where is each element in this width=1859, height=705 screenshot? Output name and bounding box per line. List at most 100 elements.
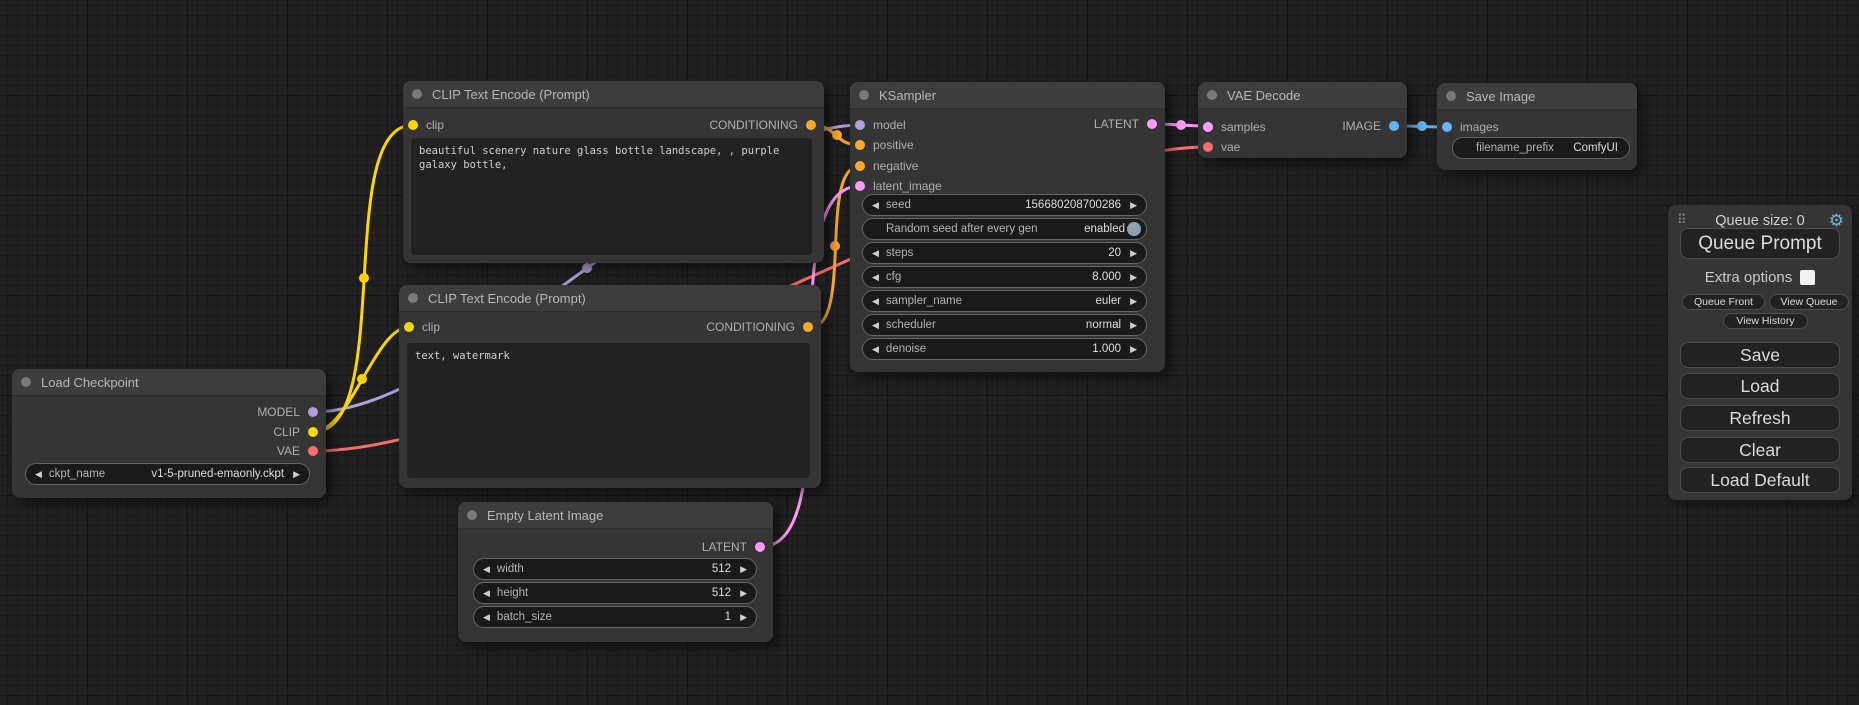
node-empty-latent-image[interactable]: Empty Latent Image LATENT ◀ width 512 ▶ … [458,502,773,642]
widget-cfg[interactable]: ◀ cfg 8.000 ▶ [862,266,1147,288]
queue-size-label: Queue size: 0 [1668,213,1852,229]
increment-arrow-icon[interactable]: ▶ [740,613,747,622]
widget-random-seed-toggle[interactable]: Random seed after every gen enabled [862,218,1147,240]
node-vae-decode[interactable]: VAE Decode samples vae IMAGE [1198,82,1407,158]
decrement-arrow-icon[interactable]: ◀ [872,201,879,210]
input-slot-positive[interactable] [855,140,865,150]
output-slot-vae[interactable] [308,446,318,456]
decrement-arrow-icon[interactable]: ◀ [872,297,879,306]
output-slot-latent[interactable] [755,542,765,552]
output-label: CONDITIONING [706,320,795,334]
node-title-bar[interactable]: Empty Latent Image [458,502,773,529]
widget-value: 512 [712,587,731,599]
decrement-arrow-icon[interactable]: ◀ [35,470,42,479]
toggle-circle-icon[interactable] [1127,222,1141,236]
decrement-arrow-icon[interactable]: ◀ [483,565,490,574]
extra-options-label: Extra options [1705,269,1793,286]
input-slot-clip[interactable] [404,322,414,332]
output-slot-conditioning[interactable] [803,322,813,332]
queue-prompt-button[interactable]: Queue Prompt [1680,228,1840,259]
widget-value: 156680208700286 [1025,199,1121,211]
collapse-dot-icon[interactable] [1446,91,1456,101]
input-label: clip [422,320,440,334]
widget-denoise[interactable]: ◀ denoise 1.000 ▶ [862,338,1147,360]
drag-handle-icon[interactable]: ⠿ [1677,212,1685,228]
node-load-checkpoint[interactable]: Load Checkpoint MODEL CLIP VAE ◀ ckpt_na… [12,369,326,498]
increment-arrow-icon[interactable]: ▶ [293,470,300,479]
decrement-arrow-icon[interactable]: ◀ [483,589,490,598]
decrement-arrow-icon[interactable]: ◀ [872,321,879,330]
node-title-bar[interactable]: VAE Decode [1198,82,1407,109]
input-slot-images[interactable] [1442,122,1452,132]
node-title: CLIP Text Encode (Prompt) [428,291,586,306]
widget-steps[interactable]: ◀ steps 20 ▶ [862,242,1147,264]
node-title: Empty Latent Image [487,508,603,523]
collapse-dot-icon[interactable] [467,510,477,520]
widget-scheduler[interactable]: ◀ scheduler normal ▶ [862,314,1147,336]
input-slot-clip[interactable] [408,120,418,130]
node-title: KSampler [879,88,936,103]
view-history-button[interactable]: View History [1723,313,1808,329]
input-label: latent_image [873,179,942,193]
node-title-bar[interactable]: Save Image [1437,83,1637,110]
input-slot-negative[interactable] [855,161,865,171]
widget-batch-size[interactable]: ◀ batch_size 1 ▶ [473,606,757,628]
decrement-arrow-icon[interactable]: ◀ [872,249,879,258]
node-clip-text-encode-positive[interactable]: CLIP Text Encode (Prompt) clip CONDITION… [403,81,824,263]
node-clip-text-encode-negative[interactable]: CLIP Text Encode (Prompt) clip CONDITION… [399,285,821,488]
input-slot-latent-image[interactable] [855,181,865,191]
widget-ckpt-name[interactable]: ◀ ckpt_name v1-5-pruned-emaonly.ckpt ▶ [25,463,310,485]
increment-arrow-icon[interactable]: ▶ [1130,297,1137,306]
output-slot-image[interactable] [1389,121,1399,131]
prompt-textarea[interactable]: beautiful scenery nature glass bottle la… [411,138,812,255]
input-slot-samples[interactable] [1203,122,1213,132]
node-save-image[interactable]: Save Image images filename_prefix ComfyU… [1437,83,1637,170]
increment-arrow-icon[interactable]: ▶ [1130,273,1137,282]
increment-arrow-icon[interactable]: ▶ [1130,249,1137,258]
node-ksampler[interactable]: KSampler model positive negative latent_… [850,82,1165,372]
collapse-dot-icon[interactable] [1207,90,1217,100]
node-title-bar[interactable]: KSampler [850,82,1165,109]
collapse-dot-icon[interactable] [21,377,31,387]
node-title-bar[interactable]: CLIP Text Encode (Prompt) [403,81,824,108]
increment-arrow-icon[interactable]: ▶ [1130,321,1137,330]
clear-button[interactable]: Clear [1680,437,1840,463]
prompt-textarea[interactable]: text, watermark [407,343,810,478]
input-label: model [873,118,906,132]
widget-value: v1-5-pruned-emaonly.ckpt [151,468,284,480]
widget-value: normal [1086,319,1121,331]
increment-arrow-icon[interactable]: ▶ [1130,201,1137,210]
node-title-bar[interactable]: Load Checkpoint [12,369,326,396]
collapse-dot-icon[interactable] [412,89,422,99]
widget-value: 1 [725,611,731,623]
widget-filename-prefix[interactable]: filename_prefix ComfyUI [1452,137,1630,159]
queue-front-button[interactable]: Queue Front [1682,294,1765,310]
output-slot-clip[interactable] [308,427,318,437]
input-slot-vae[interactable] [1203,142,1213,152]
output-slot-latent[interactable] [1147,119,1157,129]
view-queue-button[interactable]: View Queue [1769,294,1849,310]
increment-arrow-icon[interactable]: ▶ [740,589,747,598]
widget-width[interactable]: ◀ width 512 ▶ [473,558,757,580]
extra-options-checkbox[interactable] [1800,270,1815,285]
collapse-dot-icon[interactable] [859,90,869,100]
widget-value: 20 [1108,247,1121,259]
widget-height[interactable]: ◀ height 512 ▶ [473,582,757,604]
output-slot-model[interactable] [308,407,318,417]
collapse-dot-icon[interactable] [408,293,418,303]
decrement-arrow-icon[interactable]: ◀ [872,345,879,354]
save-button[interactable]: Save [1680,342,1840,368]
widget-sampler-name[interactable]: ◀ sampler_name euler ▶ [862,290,1147,312]
node-title-bar[interactable]: CLIP Text Encode (Prompt) [399,285,821,312]
load-button[interactable]: Load [1680,373,1840,399]
decrement-arrow-icon[interactable]: ◀ [872,273,879,282]
widget-label: denoise [886,343,926,355]
load-default-button[interactable]: Load Default [1680,467,1840,493]
increment-arrow-icon[interactable]: ▶ [1130,345,1137,354]
input-slot-model[interactable] [855,120,865,130]
increment-arrow-icon[interactable]: ▶ [740,565,747,574]
output-slot-conditioning[interactable] [806,120,816,130]
refresh-button[interactable]: Refresh [1680,405,1840,431]
decrement-arrow-icon[interactable]: ◀ [483,613,490,622]
widget-seed[interactable]: ◀ seed 156680208700286 ▶ [862,194,1147,216]
